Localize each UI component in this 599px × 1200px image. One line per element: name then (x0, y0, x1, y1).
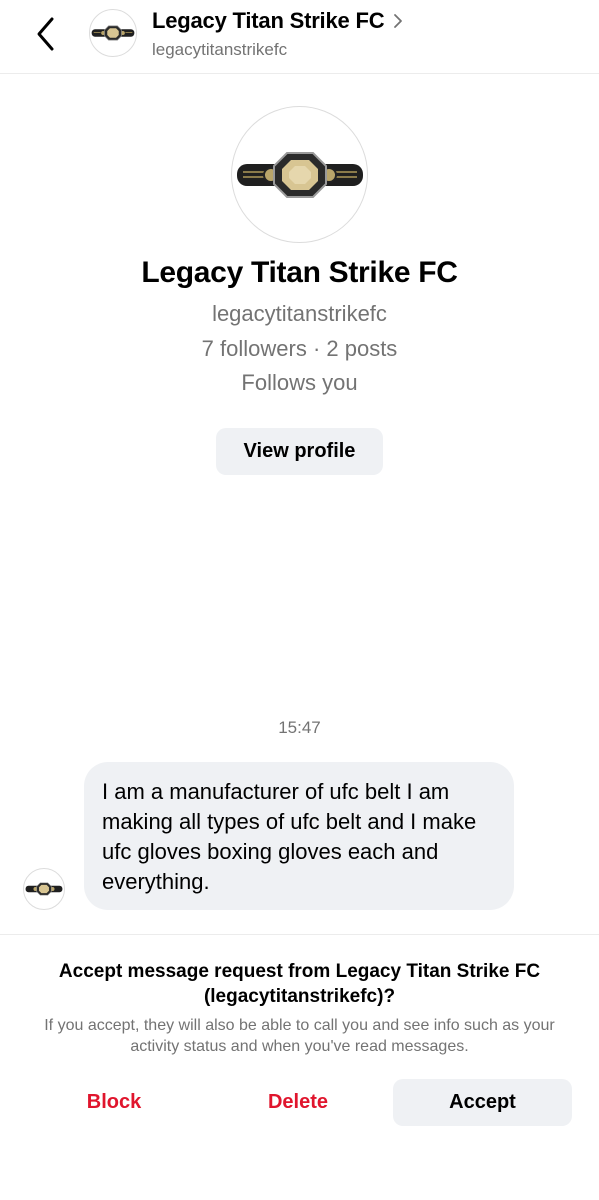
message-timestamp: 15:47 (278, 718, 321, 737)
header-handle: legacytitanstrikefc (152, 40, 288, 59)
header-title: Legacy Titan Strike FC (152, 8, 385, 33)
header-avatar[interactable] (89, 9, 137, 57)
conversation-header: Legacy Titan Strike FC legacytitanstrike… (0, 0, 599, 74)
belt-avatar-image (236, 151, 363, 198)
chevron-right-icon (394, 14, 403, 28)
profile-stats: 7 followers · 2 posts (201, 336, 398, 361)
chevron-left-icon (37, 17, 54, 51)
request-info: If you accept, they will also be able to… (44, 1017, 555, 1055)
message-bubble[interactable]: I am a manufacturer of ufc belt I am mak… (84, 762, 514, 910)
header-title-link[interactable]: Legacy Titan Strike FC (152, 8, 404, 34)
block-button[interactable]: Block (44, 1079, 184, 1126)
sender-avatar[interactable] (23, 868, 65, 910)
delete-button[interactable]: Delete (228, 1079, 368, 1126)
belt-avatar-image (25, 882, 63, 896)
view-profile-button[interactable]: View profile (216, 428, 383, 475)
belt-avatar-image (91, 25, 135, 41)
profile-name: Legacy Titan Strike FC (141, 256, 458, 289)
profile-avatar[interactable] (231, 106, 368, 243)
back-button[interactable] (28, 14, 64, 54)
follows-you-label: Follows you (241, 370, 358, 395)
accept-button[interactable]: Accept (393, 1079, 572, 1126)
message-request-panel: Accept message request from Legacy Titan… (0, 934, 599, 1200)
request-title: Accept message request from Legacy Titan… (58, 961, 541, 1007)
profile-handle: legacytitanstrikefc (212, 301, 387, 326)
